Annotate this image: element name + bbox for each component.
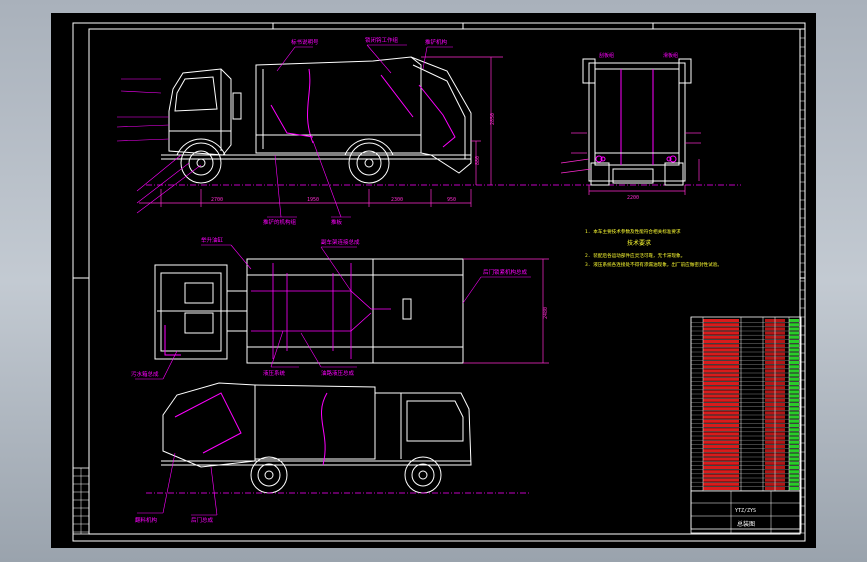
parts-list-table [690,316,802,534]
title-block-name: 总装图 [737,520,755,528]
callout-plan-bottom-b: 油路液压总成 [321,369,355,377]
sheet-border [72,22,806,542]
callout-end-left: 刮板组 [599,52,614,59]
cad-drawing-viewport[interactable]: 2850 880 2700 1950 2300 950 标书说明号 锁闭钩工作组… [51,13,816,548]
note-line-3: 2. 装配后各运动部件应灵活可靠，无卡滞现象。 [585,252,685,259]
note-line-1: 1. 本车主要技术参数及性能符合相关标准要求 [585,228,681,235]
dim-overall-height: 2850 [490,113,496,125]
side-view-dimensions [139,56,503,207]
side-view-truck [161,56,472,184]
callout-rear-bottom-a: 翻料机构 [135,516,158,524]
callout-plan-right: 后门锁紧机构总成 [483,268,528,276]
end-view-dimensions [560,132,701,195]
dim-end-width: 2200 [627,195,639,201]
dim-wheelbase: 1950 [307,197,319,203]
callout-rear-bottom-b: 后门总成 [191,516,214,524]
dim-body-length: 2300 [391,197,403,203]
callout-plan-bottom-a: 液压系统 [263,369,286,377]
callout-plan-left: 污水箱总成 [131,370,159,378]
note-line-4: 3. 液压系统各连接处不得有渗漏油现象，出厂前应做密封性试验。 [585,261,722,268]
callout-side-top-c: 推铲机构 [425,38,448,46]
dim-front-overhang: 2700 [211,197,223,203]
callout-end-right: 滑板组 [663,52,678,59]
callout-plan-top-a: 举升油缸 [201,236,224,244]
note-line-2: 技术要求 [627,239,651,247]
callout-side-bottom-b: 推板 [331,218,343,226]
side-view-leaders [116,44,453,218]
rear-side-view-truck [161,382,472,494]
callout-side-top-b: 锁闭钩工作组 [365,36,399,44]
dim-hopper-height: 880 [475,156,481,165]
end-view-truck [582,58,692,186]
plan-view-hydraulics [251,263,391,359]
dim-rear-overhang: 950 [447,197,456,203]
callout-side-top-a: 标书说明号 [291,38,319,46]
callout-plan-top-b: 副车架连接总成 [321,238,360,246]
plan-view-truck [154,258,464,364]
callout-side-bottom: 推铲的机构组 [263,218,297,226]
dim-plan-width: 2480 [543,307,549,319]
rear-view-leaders [137,452,218,516]
title-block-drawing-number: YTZ/ZYS [735,508,756,514]
cad-drawing-sheet: 2850 880 2700 1950 2300 950 标书说明号 锁闭钩工作组… [72,22,806,542]
